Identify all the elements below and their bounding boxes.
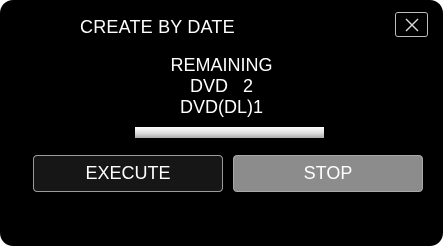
stop-button[interactable]: STOP (233, 155, 423, 192)
remaining-label: REMAINING (170, 55, 273, 75)
progress-fill (135, 127, 324, 138)
progress-bar (135, 127, 324, 138)
remaining-dvd-count: DVD 2 (189, 76, 254, 96)
dialog-title: CREATE BY DATE (80, 17, 235, 37)
dialog-screen: CREATE BY DATE REMAINING DVD 2 DVD(DL)1 … (0, 0, 443, 246)
close-button[interactable] (395, 12, 428, 37)
close-x-icon (405, 18, 418, 31)
execute-button[interactable]: EXECUTE (33, 155, 223, 192)
remaining-dvd-dl-count: DVD(DL)1 (179, 97, 263, 117)
